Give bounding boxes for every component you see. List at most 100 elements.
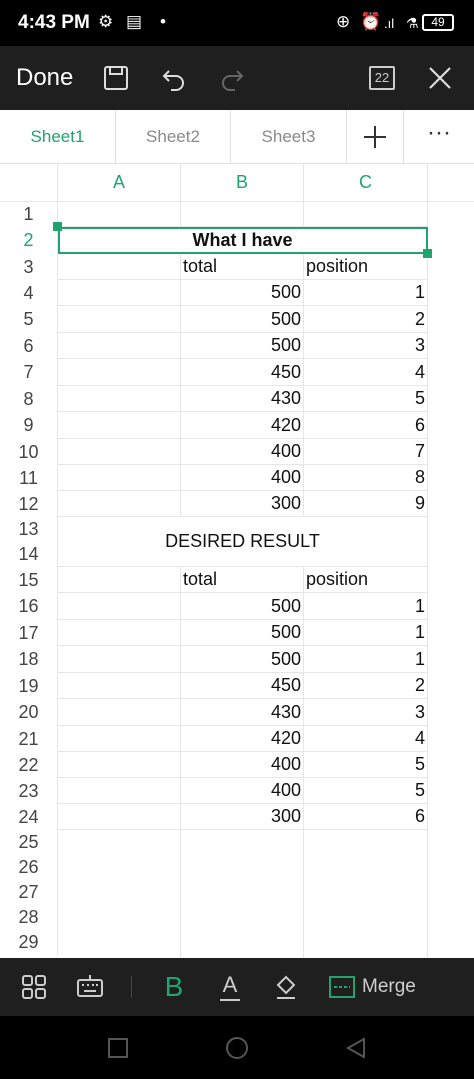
cell-position[interactable]: 2 [304,306,428,333]
row-header[interactable]: 4 [0,280,58,306]
column-header-c[interactable]: C [304,164,428,202]
cell[interactable] [58,593,181,620]
cell[interactable] [58,830,181,855]
column-header-a[interactable]: A [58,164,181,202]
cell[interactable] [58,673,181,699]
cell[interactable] [304,202,428,227]
cell-position[interactable]: 7 [304,439,428,465]
cell[interactable] [181,830,304,855]
cell-total[interactable]: 400 [181,465,304,491]
cell-header-total[interactable]: total [181,567,304,593]
row-header[interactable]: 8 [0,386,58,412]
cell-header-position[interactable]: position [304,567,428,593]
add-sheet-button[interactable] [347,110,404,164]
cell-total[interactable]: 400 [181,778,304,804]
cell-position[interactable]: 1 [304,646,428,673]
row-header[interactable]: 28 [0,905,58,930]
select-all-corner[interactable] [0,164,58,202]
cell-header-position[interactable]: position [304,254,428,280]
cell[interactable] [58,386,181,412]
cell-total[interactable]: 400 [181,439,304,465]
row-header[interactable]: 22 [0,752,58,778]
cell-total[interactable]: 430 [181,386,304,412]
row-header[interactable]: 15 [0,567,58,593]
tab-sheet3[interactable]: Sheet3 [231,110,347,164]
cell-position[interactable]: 3 [304,699,428,726]
column-header-d[interactable] [428,164,474,202]
cell[interactable] [181,855,304,958]
done-button[interactable]: Done [16,64,73,92]
cell[interactable] [58,699,181,726]
cell[interactable] [58,306,181,333]
cell[interactable] [58,567,181,593]
row-header[interactable]: 16 [0,593,58,620]
tab-sheet1[interactable]: Sheet1 [0,110,116,164]
cell-position[interactable]: 5 [304,752,428,778]
row-header[interactable]: 12 [0,491,58,517]
cell-total[interactable]: 500 [181,646,304,673]
fill-color-icon[interactable] [268,967,304,1007]
row-header[interactable]: 10 [0,439,58,465]
row-header[interactable]: 23 [0,778,58,804]
cell[interactable] [58,254,181,280]
cell-position[interactable]: 1 [304,620,428,646]
row-header[interactable]: 20 [0,699,58,726]
back-icon[interactable] [342,1034,370,1062]
bold-button[interactable]: B [156,967,192,1007]
cell-total[interactable]: 500 [181,306,304,333]
cell[interactable] [304,830,428,855]
cell-total[interactable]: 500 [181,593,304,620]
selection-handle-top-left[interactable] [53,222,62,231]
cell[interactable] [58,412,181,439]
cell-total[interactable]: 450 [181,673,304,699]
row-header[interactable]: 11 [0,465,58,491]
cell-title-what-i-have[interactable]: What I have [58,227,428,254]
keyboard-icon[interactable] [72,967,108,1007]
cell-total[interactable]: 500 [181,333,304,359]
cell-header-total[interactable]: total [181,254,304,280]
cell-total[interactable]: 450 [181,359,304,386]
row-header[interactable]: 9 [0,412,58,439]
cell[interactable] [58,646,181,673]
cell[interactable] [304,855,428,958]
row-header[interactable]: 14 [0,542,58,567]
cell-position[interactable]: 5 [304,778,428,804]
row-header[interactable]: 7 [0,359,58,386]
cell[interactable] [58,752,181,778]
cell-position[interactable]: 9 [304,491,428,517]
row-header[interactable]: 21 [0,726,58,752]
redo-icon[interactable] [212,58,252,98]
cell[interactable] [58,491,181,517]
cell-position[interactable]: 6 [304,804,428,830]
cell-total[interactable]: 500 [181,280,304,306]
cell-total[interactable]: 420 [181,412,304,439]
home-icon[interactable] [223,1034,251,1062]
cell-position[interactable]: 6 [304,412,428,439]
cell[interactable] [58,620,181,646]
font-color-button[interactable]: A [212,967,248,1007]
cell-position[interactable]: 5 [304,386,428,412]
row-header[interactable]: 24 [0,804,58,830]
cell[interactable] [58,778,181,804]
row-header[interactable]: 27 [0,880,58,905]
row-header[interactable]: 5 [0,306,58,333]
merge-button[interactable]: Merge [328,967,428,1007]
cell-total[interactable]: 500 [181,620,304,646]
cell-total[interactable]: 420 [181,726,304,752]
more-options-icon[interactable]: ··· [404,110,474,164]
cell[interactable] [181,202,304,227]
recents-icon[interactable] [104,1034,132,1062]
cell[interactable] [58,439,181,465]
selection-handle-bottom-right[interactable] [423,249,432,258]
close-icon[interactable] [420,58,460,98]
cell-title-desired-result[interactable]: DESIRED RESULT [58,517,428,567]
cell[interactable] [58,465,181,491]
cell[interactable] [58,333,181,359]
cell-position[interactable]: 1 [304,280,428,306]
row-header[interactable]: 19 [0,673,58,699]
sheet-count-icon[interactable]: 22 [362,58,402,98]
cell-position[interactable]: 3 [304,333,428,359]
cell-total[interactable]: 300 [181,804,304,830]
undo-icon[interactable] [154,58,194,98]
cell-position[interactable]: 8 [304,465,428,491]
